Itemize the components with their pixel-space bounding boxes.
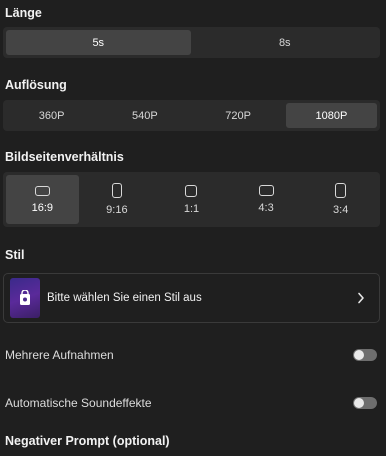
style-thumbnail: [10, 278, 40, 318]
style-placeholder: Bitte wählen Sie einen Stil aus: [47, 292, 202, 304]
aspect-ratio-label: Bildseitenverhältnis: [5, 150, 124, 164]
aspect-option-9-16[interactable]: 9:16: [81, 175, 154, 224]
style-label: Stil: [5, 248, 25, 262]
length-option-8s[interactable]: 8s: [193, 30, 378, 55]
aspect-option-label: 9:16: [106, 204, 128, 216]
aspect-option-label: 4:3: [258, 202, 274, 214]
aspect-4-3-icon: [258, 185, 274, 196]
negative-prompt-label: Negativer Prompt (optional): [5, 434, 170, 448]
resolution-option-360p[interactable]: 360P: [6, 103, 97, 128]
resolution-option-540p[interactable]: 540P: [99, 103, 190, 128]
aspect-ratio-selector: 16:9 9:16 1:1 4:3 3:4: [3, 172, 380, 227]
toggle-knob: [354, 398, 364, 408]
style-picker[interactable]: Bitte wählen Sie einen Stil aus: [3, 273, 380, 323]
toggle-knob: [354, 350, 364, 360]
length-selector: 5s 8s: [3, 27, 380, 58]
aspect-1-1-icon: [185, 184, 198, 197]
aspect-option-16-9[interactable]: 16:9: [6, 175, 79, 224]
multi-shot-label: Mehrere Aufnahmen: [5, 348, 114, 362]
aspect-9-16-icon: [111, 183, 122, 198]
aspect-option-1-1[interactable]: 1:1: [155, 175, 228, 224]
resolution-label: Auflösung: [5, 78, 67, 92]
video-settings-panel: Länge 5s 8s Auflösung 360P 540P 720P 108…: [0, 0, 386, 456]
aspect-option-4-3[interactable]: 4:3: [230, 175, 303, 224]
aspect-16-9-icon: [34, 185, 50, 196]
aspect-option-3-4[interactable]: 3:4: [304, 175, 377, 224]
multi-shot-row: Mehrere Aufnahmen: [5, 348, 377, 362]
auto-sfx-label: Automatische Soundeffekte: [5, 396, 152, 410]
aspect-option-label: 3:4: [333, 204, 349, 216]
resolution-option-720p[interactable]: 720P: [193, 103, 284, 128]
aspect-option-label: 1:1: [183, 202, 200, 215]
aspect-option-label: 16:9: [31, 201, 53, 214]
length-option-5s[interactable]: 5s: [6, 30, 191, 55]
aspect-3-4-icon: [335, 183, 347, 198]
auto-sfx-toggle[interactable]: [353, 397, 377, 409]
chevron-right-icon: [358, 292, 364, 304]
resolution-option-1080p[interactable]: 1080P: [285, 103, 377, 128]
auto-sfx-row: Automatische Soundeffekte: [5, 396, 377, 410]
resolution-selector: 360P 540P 720P 1080P: [3, 100, 380, 131]
length-label: Länge: [5, 6, 42, 20]
style-bag-icon: [20, 290, 30, 305]
multi-shot-toggle[interactable]: [353, 349, 377, 361]
